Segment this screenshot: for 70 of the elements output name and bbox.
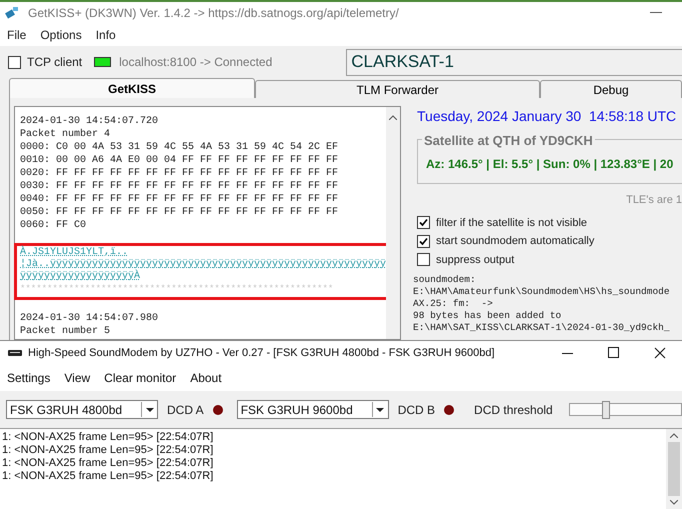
slider-thumb[interactable] [602,400,610,418]
monitor-line: 0040: FF FF FF FF FF FF FF FF FF FF FF FF FF FF FF FF [20,193,340,206]
monitor-line: Packet number 4 [20,128,112,141]
scroll-up-icon[interactable] [389,115,397,120]
scroll-down-icon[interactable] [670,500,678,505]
decoded-line: ÿÿÿÿÿÿÿÿÿÿÿÿÿÿÿÿÿÿÿÀ [20,271,142,283]
checkbox[interactable] [417,253,430,266]
mode-dropdown[interactable]: FSK G3RUH 4800bd [6,400,158,419]
checkbox-label: filter if the satellite is not visible [436,216,588,230]
checkbox-label: TCP client [27,54,82,71]
date-time: Tuesday, 2024 January 30 14:58:18 UTC [417,107,678,126]
monitor-line: 1: <NON-AX25 frame Len=95> [22:54:07R] [2,431,214,444]
dcd-led [444,404,454,414]
log-line: 98 bytes has been added to [413,310,562,322]
checkbox[interactable] [417,234,430,248]
tab[interactable]: TLM Forwarder [255,80,540,98]
menu-item[interactable]: Options [40,26,82,44]
dropdown-caret-icon [376,408,384,412]
monitor-line: 1: <NON-AX25 frame Len=95> [22:54:07R] [2,470,214,483]
window-title: High-Speed SoundModem by UZ7HO - Ver 0.27 - [FSK G3RUH 4800bd - FSK G3RUH 9600bd] [28,346,494,361]
menu-item[interactable]: Info [96,26,116,44]
log-line: AX.25: fm: -> [413,298,494,310]
checkbox[interactable] [8,56,21,68]
checkbox[interactable] [417,216,430,230]
threshold-label: DCD threshold [474,402,553,418]
satellite-app-icon [4,5,20,21]
menu-item[interactable]: Clear monitor [104,369,176,387]
scrollbar[interactable] [386,107,400,339]
monitor-line: 0030: FF FF FF FF FF FF FF FF FF FF FF FF FF FF FF FF [20,180,340,193]
scrollbar[interactable] [666,429,682,509]
monitor-line: 0060: FF C0 [20,219,88,232]
monitor-line: Packet number 5 [20,325,112,338]
menu-item[interactable]: File [7,26,26,44]
tle-note: TLE's are 1 [625,193,682,208]
position-reading: Az: 146.5° | El: 5.5° | Sun: 0% | 123.83°E | 20 [426,156,674,173]
monitor-line: 2024-01-30 14:54:07.980 [20,312,160,325]
modem-app-icon [8,349,22,357]
dcd-label: DCD B [398,402,436,418]
monitor-line: 0020: FF FF FF FF FF FF FF FF FF FF FF FF FF FF FF FF [20,167,340,180]
monitor-line: 2024-01-30 14:54:07.720 [20,115,160,128]
scroll-up-icon[interactable] [670,433,678,438]
monitor-line: 0000: C0 00 4A 53 31 59 4C 55 4A 53 31 59 4C 54 2C EF [20,141,340,154]
monitor-line: 0050: FF FF FF FF FF FF FF FF FF FF FF FF FF FF FF FF [20,206,340,219]
log-line: E:\HAM\SAT_KISS\CLARKSAT-1\2024-01-30_yd9ckh_ [413,322,671,334]
tab[interactable]: Debug [540,80,682,98]
log-line: soundmodem: [413,274,477,286]
tab[interactable]: GetKISS [9,78,255,98]
monitor-line: 1: <NON-AX25 frame Len=95> [22:54:07R] [2,444,214,457]
mode-dropdown[interactable]: FSK G3RUH 9600bd [236,400,389,419]
dcd-label: DCD A [167,402,204,418]
satellite-field[interactable]: CLARKSAT-1 [346,48,682,76]
dropdown-caret-icon [146,408,154,412]
scroll-thumb[interactable] [668,442,680,496]
menu-item[interactable]: Settings [7,369,50,387]
minimize-icon[interactable] [650,12,662,14]
checkbox-label: suppress output [436,252,514,268]
dcd-led [212,404,223,414]
decoded-line: À.JS1YLUJS1YLT,ï.. [20,247,130,258]
close-icon[interactable] [654,347,666,359]
menu-item[interactable]: View [64,369,90,387]
decoded-line: ¦Jà..ÿÿÿÿÿÿÿÿÿÿÿÿÿÿÿÿÿÿÿÿÿÿÿÿÿÿÿÿÿÿÿÿÿÿÿÿÿÿÿÿÿÿÿÿÿÿÿÿÿÿÿÿÿÿÿÿ [20,259,388,270]
checkbox-label: start soundmodem automatically [436,234,594,249]
separator-line: ********************************************************** [20,283,334,295]
connection-status: localhost:8100 -> Connected [119,54,272,71]
monitor-line: 0010: 00 00 A6 4A E0 00 04 FF FF FF FF FF FF FF FF FF [20,154,340,167]
window-title: GetKISS+ (DK3WN) Ver. 1.4.2 -> https://db.satnogs.org/api/telemetry/ [28,5,399,22]
menu-item[interactable]: About [190,369,222,387]
maximize-icon[interactable] [608,347,620,359]
log-line: E:\HAM\Amateurfunk\Soundmodem\HS\hs_soundmode [413,286,671,298]
monitor-line: 1: <NON-AX25 frame Len=95> [22:54:07R] [2,457,214,470]
